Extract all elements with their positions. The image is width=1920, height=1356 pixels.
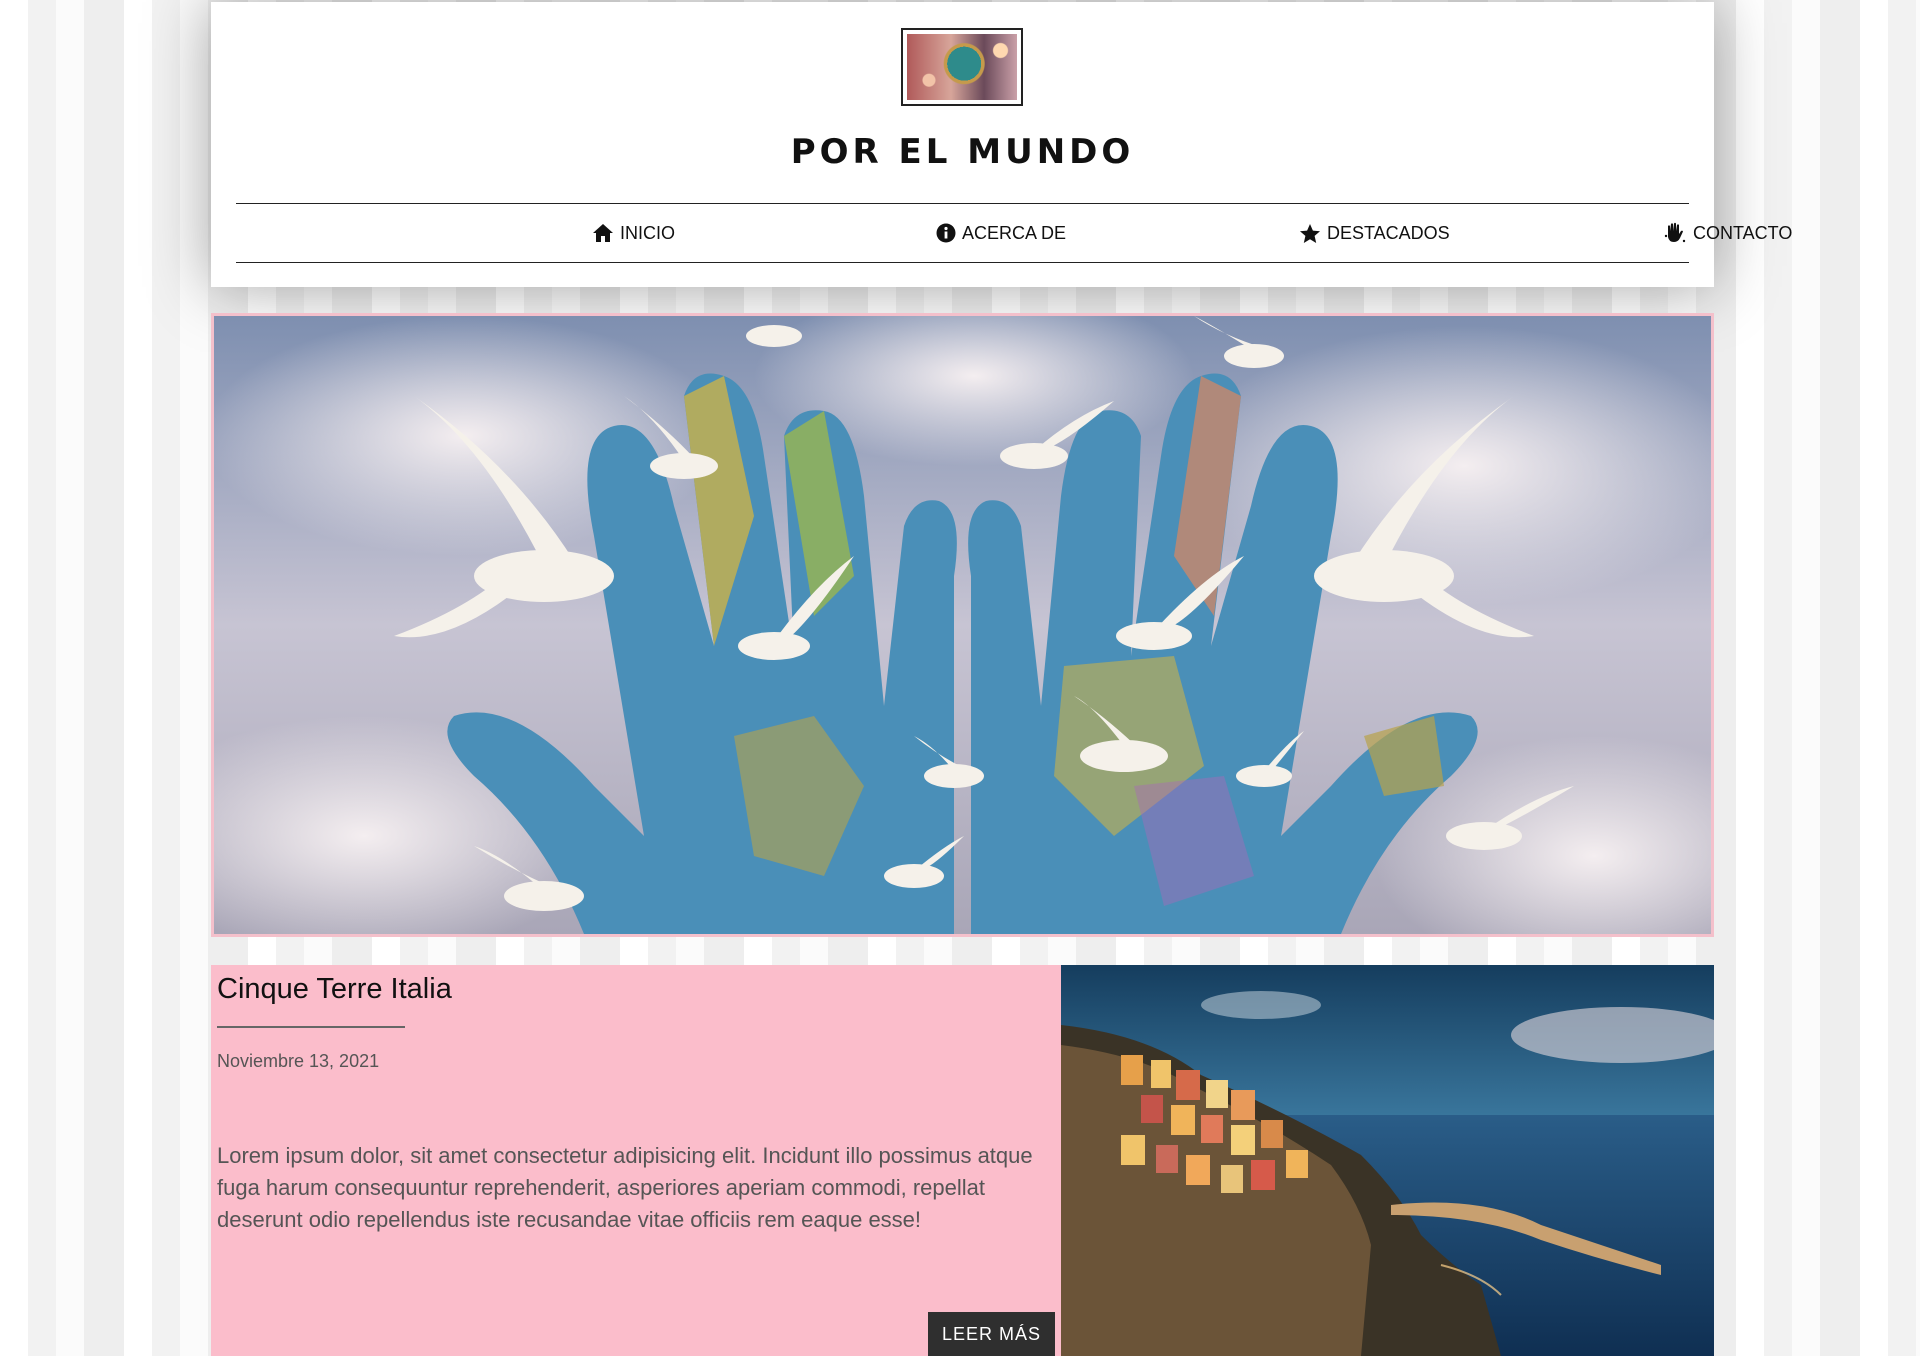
nav-label-destacados: DESTACADOS <box>1327 222 1450 243</box>
nav-label-contacto: CONTACTO <box>1693 222 1793 243</box>
nav-item-inicio[interactable]: INICIO <box>592 204 675 262</box>
nav-item-contacto[interactable]: CONTACTO <box>1663 204 1792 262</box>
site-title: POR EL MUNDO <box>790 132 1135 172</box>
hero-banner <box>211 313 1714 937</box>
post-date: Noviembre 13, 2021 <box>217 1051 380 1071</box>
main-nav: INICIO ACERCA DE DESTACADOS CONTACTO <box>236 203 1792 263</box>
nav-item-acerca-de[interactable]: ACERCA DE <box>936 204 1066 262</box>
post-card: Cinque Terre Italia Noviembre 13, 2021 L… <box>211 965 1061 1356</box>
post-image <box>1061 965 1714 1356</box>
nav-item-destacados[interactable]: DESTACADOS <box>1299 204 1450 262</box>
globe-logo-image <box>907 34 1017 100</box>
nav-label-acerca-de: ACERCA DE <box>962 222 1067 243</box>
cinque-terre-photo <box>1061 965 1714 1356</box>
info-icon <box>936 223 956 243</box>
nav-label-inicio: INICIO <box>620 222 676 243</box>
site-logo[interactable] <box>901 28 1023 106</box>
home-icon <box>593 224 613 242</box>
hand-icon <box>1664 222 1686 243</box>
hero-image <box>214 316 1711 934</box>
title-divider <box>217 1026 405 1028</box>
read-more-button[interactable]: LEER MÁS <box>927 1312 1055 1356</box>
post-excerpt: Lorem ipsum dolor, sit amet consectetur … <box>217 1143 1033 1232</box>
post-title[interactable]: Cinque Terre Italia <box>217 973 452 1006</box>
star-icon <box>1300 223 1320 243</box>
site-header: POR EL MUNDO INICIO ACERCA DE DESTACADOS… <box>211 2 1792 287</box>
